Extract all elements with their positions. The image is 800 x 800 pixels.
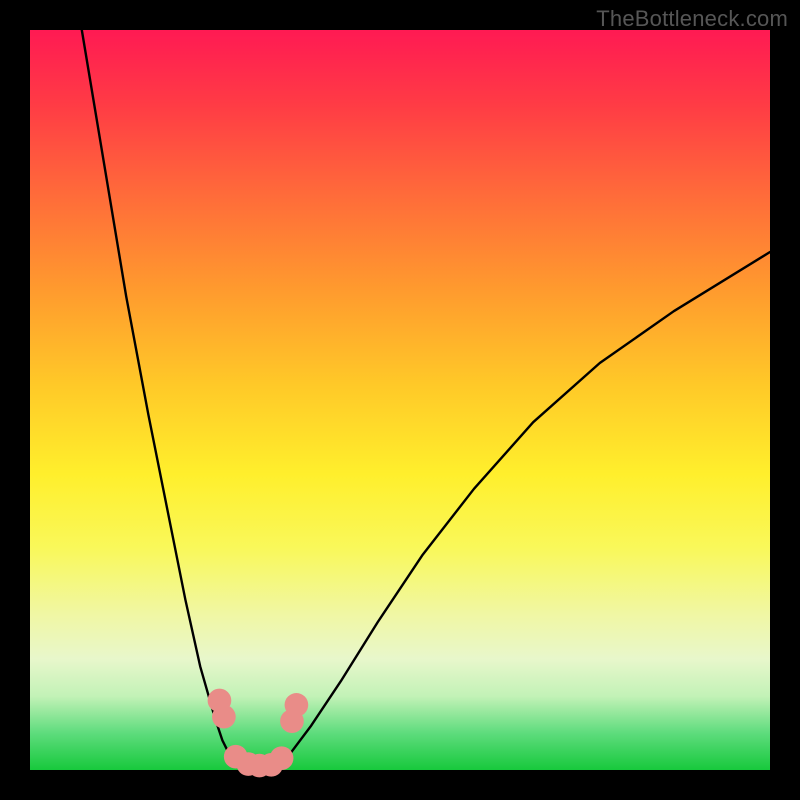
series-layer bbox=[82, 30, 770, 770]
marker-right-upper-dot bbox=[285, 693, 309, 717]
series-right-curve bbox=[274, 252, 770, 770]
watermark-text: TheBottleneck.com bbox=[596, 6, 788, 32]
series-left-curve bbox=[82, 30, 245, 770]
marker-left-lower-dot bbox=[212, 705, 236, 729]
chart-svg bbox=[30, 30, 770, 770]
chart-frame: TheBottleneck.com bbox=[0, 0, 800, 800]
marker-layer bbox=[208, 689, 309, 778]
marker-right-bottom-dot bbox=[270, 746, 294, 770]
